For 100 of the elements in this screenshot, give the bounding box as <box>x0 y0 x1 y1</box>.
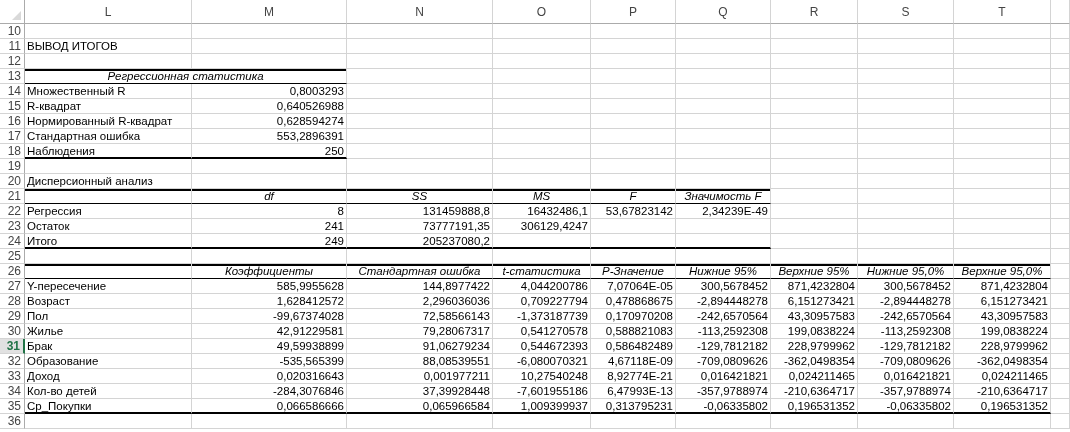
empty-cell[interactable] <box>347 129 493 144</box>
empty-cell[interactable] <box>771 54 858 69</box>
empty-cell[interactable] <box>192 39 347 54</box>
empty-cell[interactable] <box>954 159 1051 174</box>
empty-cell[interactable] <box>1051 219 1070 234</box>
empty-column-header[interactable] <box>1051 0 1070 24</box>
empty-cell[interactable] <box>493 249 591 264</box>
empty-cell[interactable] <box>1051 369 1070 384</box>
empty-cell[interactable] <box>676 174 771 189</box>
empty-cell[interactable] <box>771 234 858 249</box>
row-header[interactable]: 32 <box>0 354 25 369</box>
column-header[interactable]: Q <box>676 0 771 24</box>
row-header[interactable]: 11 <box>0 39 25 54</box>
empty-cell[interactable] <box>771 129 858 144</box>
empty-cell[interactable] <box>771 174 858 189</box>
empty-cell[interactable] <box>676 24 771 39</box>
empty-cell[interactable] <box>591 24 676 39</box>
empty-cell[interactable] <box>771 144 858 159</box>
empty-cell[interactable] <box>493 174 591 189</box>
empty-cell[interactable] <box>591 69 676 84</box>
empty-cell[interactable] <box>954 129 1051 144</box>
empty-cell[interactable] <box>1051 354 1070 369</box>
empty-cell[interactable] <box>1051 339 1070 354</box>
empty-cell[interactable] <box>493 84 591 99</box>
empty-cell[interactable] <box>954 249 1051 264</box>
empty-cell[interactable] <box>858 204 954 219</box>
empty-cell[interactable] <box>676 219 771 234</box>
row-header[interactable]: 31 <box>0 339 25 354</box>
empty-cell[interactable] <box>192 414 347 429</box>
empty-cell[interactable] <box>954 414 1051 429</box>
empty-cell[interactable] <box>1051 324 1070 339</box>
empty-cell[interactable] <box>954 39 1051 54</box>
empty-cell[interactable] <box>591 39 676 54</box>
empty-cell[interactable] <box>858 219 954 234</box>
empty-cell[interactable] <box>493 414 591 429</box>
empty-cell[interactable] <box>676 84 771 99</box>
empty-cell[interactable] <box>493 99 591 114</box>
row-header[interactable]: 14 <box>0 84 25 99</box>
row-header[interactable]: 27 <box>0 279 25 294</box>
empty-cell[interactable] <box>493 54 591 69</box>
row-header[interactable]: 22 <box>0 204 25 219</box>
empty-cell[interactable] <box>1051 234 1070 249</box>
empty-cell[interactable] <box>591 249 676 264</box>
empty-cell[interactable] <box>1051 294 1070 309</box>
empty-cell[interactable] <box>192 24 347 39</box>
empty-cell[interactable] <box>1051 189 1070 204</box>
empty-cell[interactable] <box>493 129 591 144</box>
empty-cell[interactable] <box>858 249 954 264</box>
empty-cell[interactable] <box>771 99 858 114</box>
empty-cell[interactable] <box>493 234 591 249</box>
empty-cell[interactable] <box>347 69 493 84</box>
empty-cell[interactable] <box>192 174 347 189</box>
column-header[interactable]: P <box>591 0 676 24</box>
empty-cell[interactable] <box>771 189 858 204</box>
empty-cell[interactable] <box>858 24 954 39</box>
empty-cell[interactable] <box>771 219 858 234</box>
empty-cell[interactable] <box>347 114 493 129</box>
row-header[interactable]: 12 <box>0 54 25 69</box>
column-header[interactable]: S <box>858 0 954 24</box>
empty-cell[interactable] <box>347 144 493 159</box>
empty-cell[interactable] <box>493 24 591 39</box>
empty-cell[interactable] <box>676 414 771 429</box>
empty-cell[interactable] <box>1051 309 1070 324</box>
empty-cell[interactable] <box>1051 159 1070 174</box>
empty-cell[interactable] <box>771 69 858 84</box>
row-header[interactable]: 17 <box>0 129 25 144</box>
empty-cell[interactable] <box>954 84 1051 99</box>
row-header[interactable]: 24 <box>0 234 25 249</box>
column-header[interactable]: M <box>192 0 347 24</box>
empty-cell[interactable] <box>347 39 493 54</box>
empty-cell[interactable] <box>1051 114 1070 129</box>
empty-cell[interactable] <box>347 99 493 114</box>
empty-cell[interactable] <box>771 204 858 219</box>
empty-cell[interactable] <box>676 144 771 159</box>
column-header[interactable]: O <box>493 0 591 24</box>
empty-cell[interactable] <box>591 144 676 159</box>
row-header[interactable]: 34 <box>0 384 25 399</box>
empty-cell[interactable] <box>1051 84 1070 99</box>
empty-cell[interactable] <box>1051 399 1070 414</box>
select-all-icon[interactable] <box>12 11 21 20</box>
empty-cell[interactable] <box>1051 204 1070 219</box>
empty-cell[interactable] <box>347 414 493 429</box>
empty-cell[interactable] <box>591 414 676 429</box>
empty-cell[interactable] <box>591 234 676 249</box>
empty-cell[interactable] <box>954 219 1051 234</box>
empty-cell[interactable] <box>1051 24 1070 39</box>
empty-cell[interactable] <box>858 69 954 84</box>
empty-cell[interactable] <box>1051 129 1070 144</box>
empty-cell[interactable] <box>1051 384 1070 399</box>
empty-cell[interactable] <box>771 249 858 264</box>
row-header[interactable]: 16 <box>0 114 25 129</box>
empty-cell[interactable] <box>858 144 954 159</box>
row-header[interactable]: 36 <box>0 414 25 429</box>
empty-cell[interactable] <box>771 114 858 129</box>
empty-cell[interactable] <box>347 24 493 39</box>
empty-cell[interactable] <box>954 234 1051 249</box>
empty-cell[interactable] <box>1051 69 1070 84</box>
empty-cell[interactable] <box>1051 144 1070 159</box>
empty-cell[interactable] <box>347 84 493 99</box>
empty-cell[interactable] <box>192 249 347 264</box>
